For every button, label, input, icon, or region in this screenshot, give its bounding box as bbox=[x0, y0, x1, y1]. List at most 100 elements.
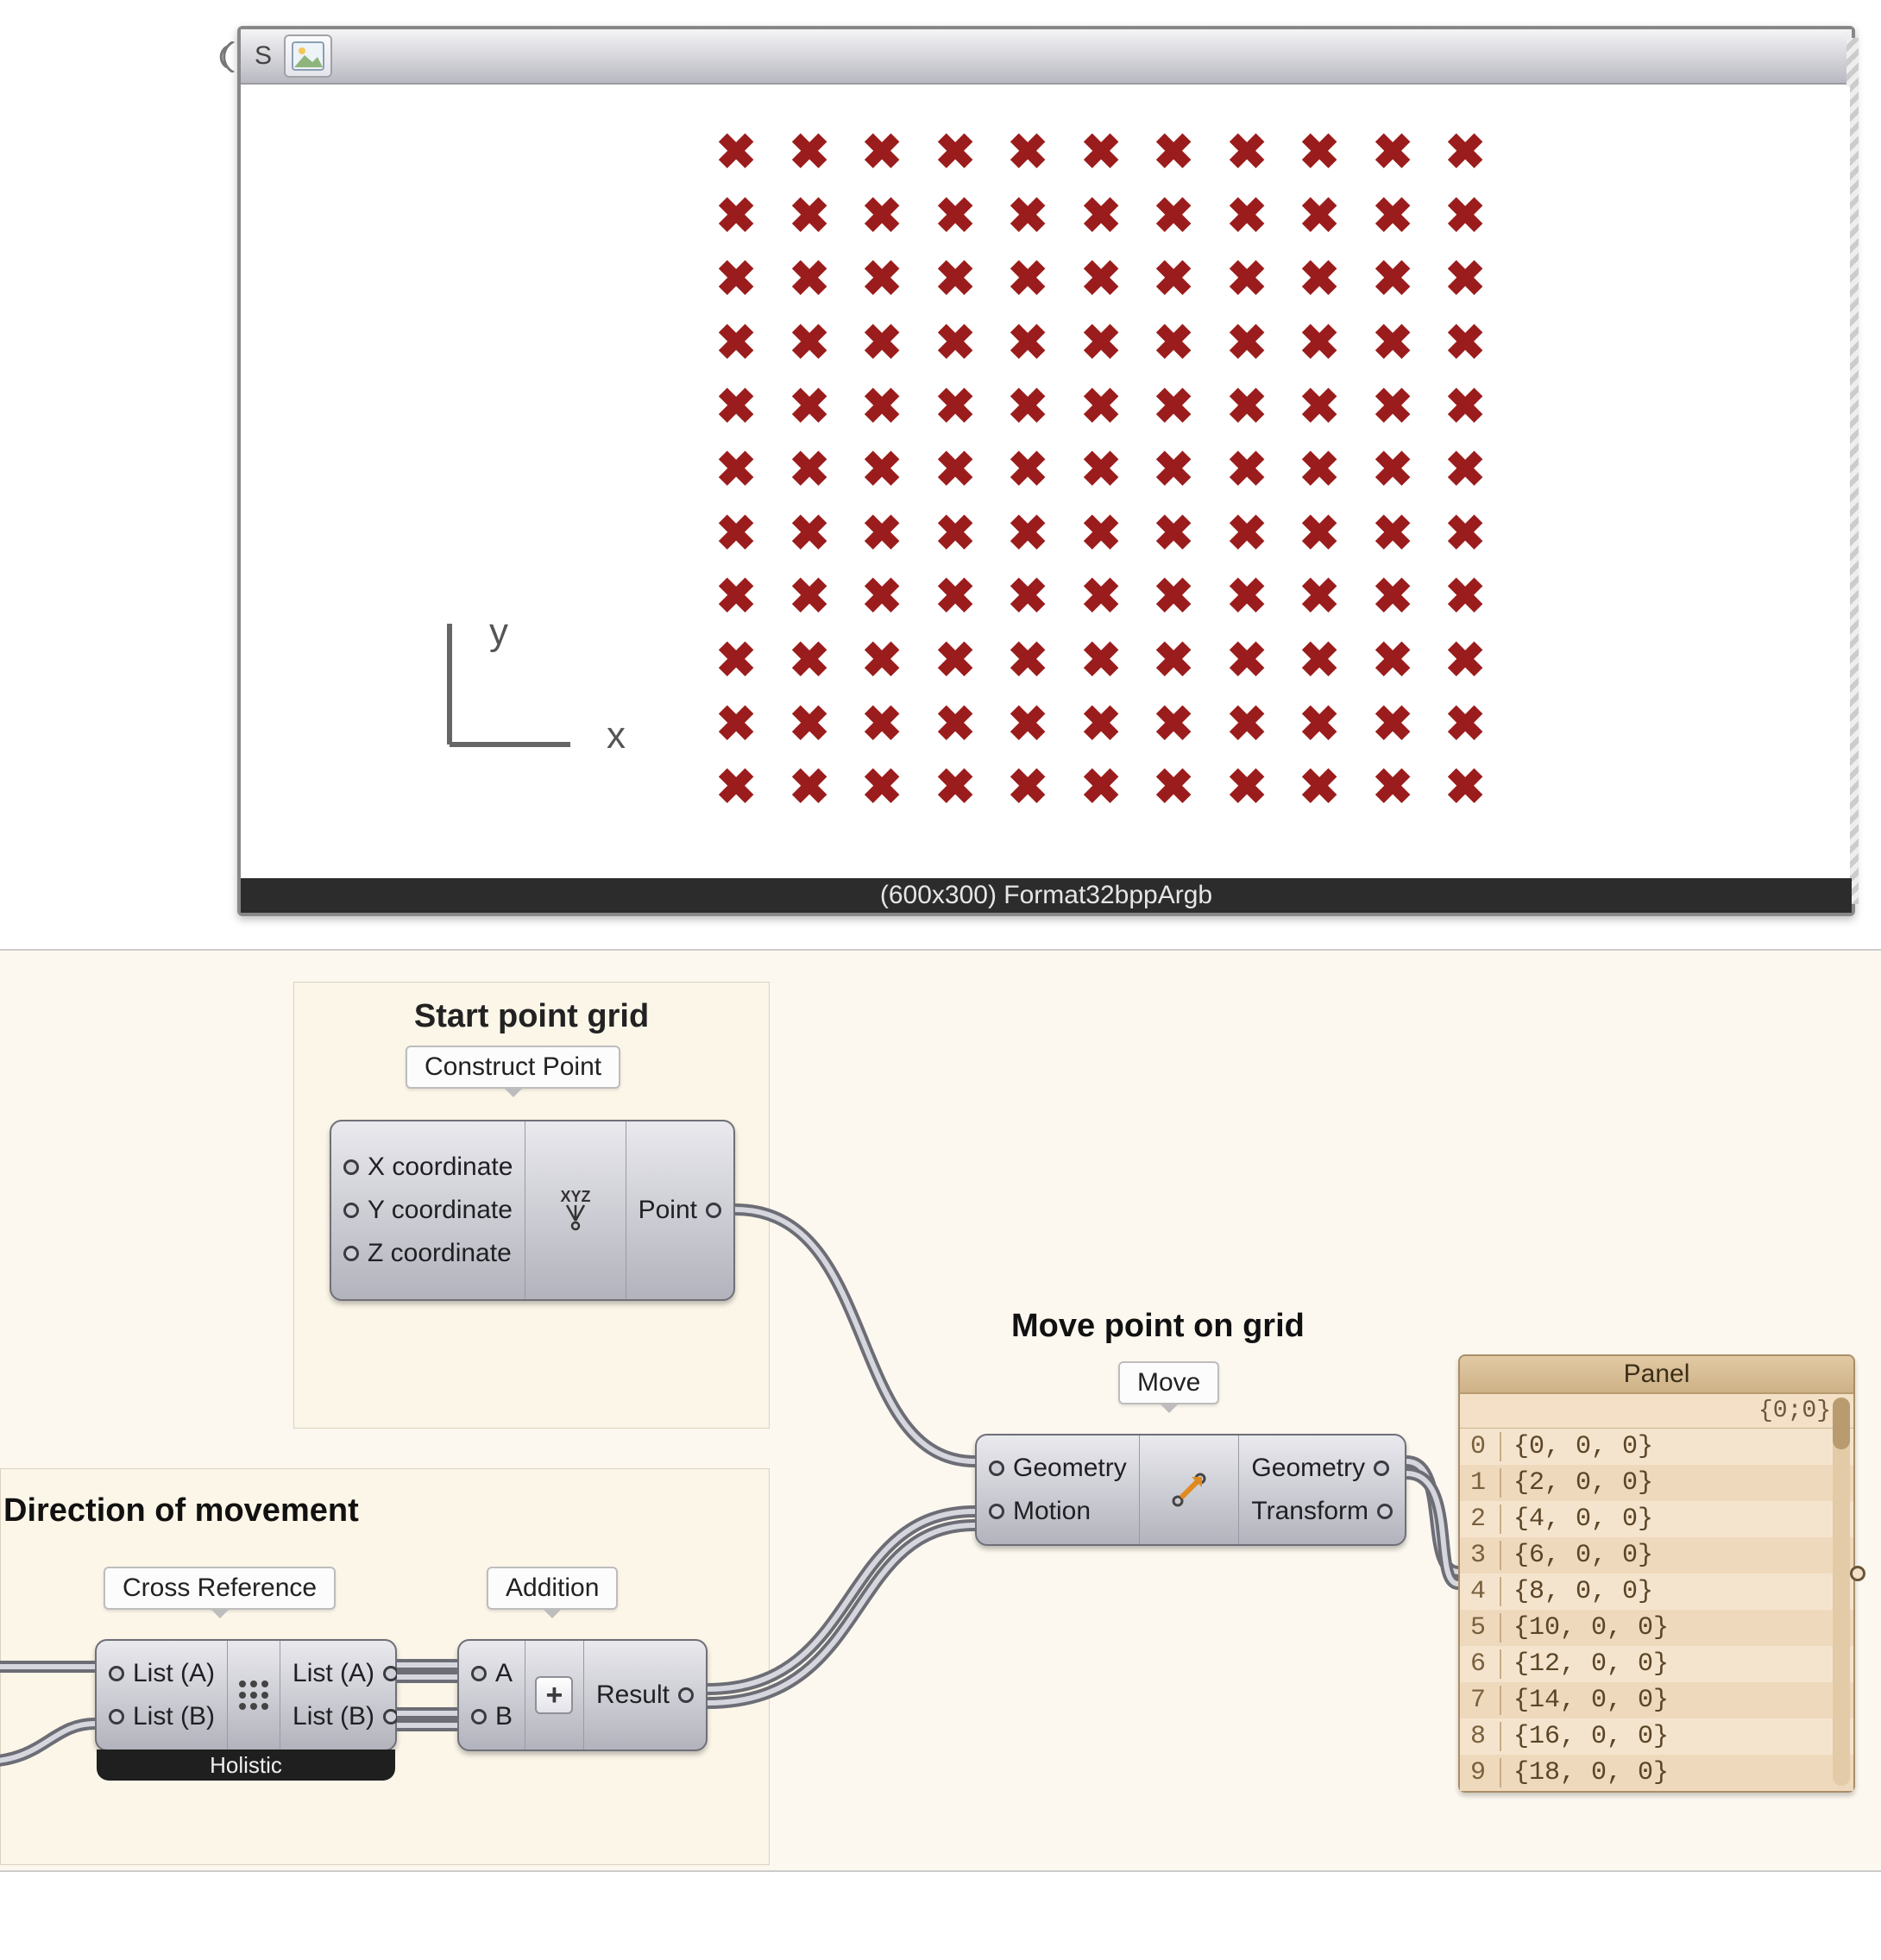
input-motion: Motion bbox=[1013, 1497, 1091, 1526]
grid-point: ✖ bbox=[769, 562, 849, 632]
port-out-geometry[interactable] bbox=[1374, 1461, 1389, 1476]
panel-scroll-thumb[interactable] bbox=[1833, 1398, 1850, 1449]
panel-row-value: {4, 0, 0} bbox=[1501, 1505, 1653, 1534]
port-in-z[interactable] bbox=[343, 1246, 359, 1261]
grid-point: ✖ bbox=[1060, 372, 1141, 442]
grid-point: ✖ bbox=[1060, 308, 1141, 378]
node-cross-reference[interactable]: List (A) List (B) List (A) List (B) Holi… bbox=[95, 1639, 397, 1751]
grid-point: ✖ bbox=[1060, 117, 1141, 187]
port-in-list-b[interactable] bbox=[109, 1709, 124, 1724]
panel-row-index: 1 bbox=[1460, 1468, 1501, 1498]
node-construct-point[interactable]: X coordinate Y coordinate Z coordinate X… bbox=[330, 1120, 735, 1301]
port-in-b[interactable] bbox=[471, 1709, 487, 1724]
grid-point: ✖ bbox=[1353, 117, 1433, 187]
panel-row-index: 5 bbox=[1460, 1613, 1501, 1643]
group-title-direction: Direction of movement bbox=[3, 1492, 359, 1530]
panel-scrollbar[interactable] bbox=[1833, 1398, 1850, 1786]
panel-row-index: 8 bbox=[1460, 1722, 1501, 1751]
port-in-geometry[interactable] bbox=[989, 1461, 1004, 1476]
input-list-b: List (B) bbox=[133, 1702, 215, 1731]
grid-point: ✖ bbox=[1134, 245, 1214, 315]
panel-row-value: {16, 0, 0} bbox=[1501, 1722, 1669, 1751]
grid-point: ✖ bbox=[1280, 435, 1360, 505]
panel-row: 9{18, 0, 0} bbox=[1460, 1755, 1853, 1791]
output-list-b: List (B) bbox=[293, 1702, 374, 1731]
panel-row-index: 4 bbox=[1460, 1577, 1501, 1606]
port-out-result[interactable] bbox=[678, 1687, 694, 1703]
grid-point: ✖ bbox=[1207, 117, 1287, 187]
panel-row-value: {14, 0, 0} bbox=[1501, 1686, 1669, 1715]
grid-point: ✖ bbox=[842, 689, 922, 759]
grid-point: ✖ bbox=[696, 689, 777, 759]
panel-row: 6{12, 0, 0} bbox=[1460, 1646, 1853, 1682]
grid-point: ✖ bbox=[1280, 245, 1360, 315]
grid-point: ✖ bbox=[988, 245, 1068, 315]
node-move[interactable]: Geometry Motion Geometry Transform bbox=[975, 1434, 1406, 1546]
grid-point: ✖ bbox=[1280, 308, 1360, 378]
port-in-x[interactable] bbox=[343, 1159, 359, 1175]
port-in-motion[interactable] bbox=[989, 1504, 1004, 1519]
label-cross-reference: Cross Reference bbox=[104, 1567, 336, 1610]
grid-point: ✖ bbox=[1280, 689, 1360, 759]
grid-point: ✖ bbox=[1280, 625, 1360, 695]
grid-point: ✖ bbox=[1060, 181, 1141, 251]
grid-point: ✖ bbox=[915, 499, 995, 569]
port-out-transform[interactable] bbox=[1377, 1504, 1393, 1519]
port-out-list-b[interactable] bbox=[383, 1709, 399, 1724]
grid-point: ✖ bbox=[915, 117, 995, 187]
grid-point: ✖ bbox=[696, 308, 777, 378]
grid-point: ✖ bbox=[1207, 181, 1287, 251]
point-grid: ✖✖✖✖✖✖✖✖✖✖✖✖✖✖✖✖✖✖✖✖✖✖✖✖✖✖✖✖✖✖✖✖✖✖✖✖✖✖✖✖… bbox=[700, 121, 1502, 820]
grid-point: ✖ bbox=[1134, 562, 1214, 632]
port-in-y[interactable] bbox=[343, 1203, 359, 1218]
port-out-list-a[interactable] bbox=[383, 1666, 399, 1681]
output-transform: Transform bbox=[1251, 1497, 1368, 1526]
node-footer-holistic: Holistic bbox=[97, 1750, 395, 1781]
node-addition[interactable]: A B + Result bbox=[457, 1639, 708, 1751]
panel-output[interactable]: Panel {0;0} 0{0, 0, 0}1{2, 0, 0}2{4, 0, … bbox=[1458, 1354, 1855, 1793]
grid-point: ✖ bbox=[1134, 499, 1214, 569]
grid-point: ✖ bbox=[1280, 181, 1360, 251]
panel-row: 8{16, 0, 0} bbox=[1460, 1718, 1853, 1755]
port-out-point[interactable] bbox=[706, 1203, 721, 1218]
input-a: A bbox=[495, 1659, 513, 1688]
panel-row: 4{8, 0, 0} bbox=[1460, 1574, 1853, 1610]
port-in-list-a[interactable] bbox=[109, 1666, 124, 1681]
port-in-a[interactable] bbox=[471, 1666, 487, 1681]
image-thumbnail-icon[interactable] bbox=[284, 35, 332, 78]
grid-point: ✖ bbox=[769, 689, 849, 759]
input-geometry: Geometry bbox=[1013, 1454, 1127, 1483]
panel-output-grip[interactable] bbox=[1850, 1566, 1865, 1581]
preview-titlebar: S bbox=[241, 29, 1852, 85]
grid-point: ✖ bbox=[988, 689, 1068, 759]
grid-point: ✖ bbox=[915, 753, 995, 823]
grid-point: ✖ bbox=[1280, 372, 1360, 442]
grid-point: ✖ bbox=[1207, 372, 1287, 442]
input-b: B bbox=[495, 1702, 513, 1731]
panel-path: {0;0} bbox=[1758, 1398, 1831, 1424]
panel-row-index: 7 bbox=[1460, 1686, 1501, 1715]
axis-x-label: x bbox=[607, 714, 626, 757]
output-point: Point bbox=[639, 1196, 697, 1225]
grid-point: ✖ bbox=[769, 753, 849, 823]
grid-point: ✖ bbox=[769, 308, 849, 378]
grid-point: ✖ bbox=[1060, 435, 1141, 505]
grid-point: ✖ bbox=[915, 625, 995, 695]
panel-row: 1{2, 0, 0} bbox=[1460, 1465, 1853, 1501]
status-text: (600x300) Format32bppArgb bbox=[880, 881, 1212, 910]
grid-point: ✖ bbox=[1207, 245, 1287, 315]
node-canvas[interactable]: Start point grid Direction of movement M… bbox=[0, 949, 1881, 1872]
grid-point: ✖ bbox=[696, 117, 777, 187]
axis-xy: y x bbox=[415, 606, 588, 783]
grid-point: ✖ bbox=[1134, 753, 1214, 823]
grid-point: ✖ bbox=[988, 435, 1068, 505]
grid-point: ✖ bbox=[1207, 689, 1287, 759]
input-z: Z coordinate bbox=[368, 1239, 512, 1268]
grid-point: ✖ bbox=[1060, 753, 1141, 823]
grid-point: ✖ bbox=[769, 499, 849, 569]
grid-point: ✖ bbox=[915, 181, 995, 251]
grid-point: ✖ bbox=[1134, 117, 1214, 187]
panel-row: 5{10, 0, 0} bbox=[1460, 1610, 1853, 1646]
grid-point: ✖ bbox=[1134, 308, 1214, 378]
preview-canvas: y x ✖✖✖✖✖✖✖✖✖✖✖✖✖✖✖✖✖✖✖✖✖✖✖✖✖✖✖✖✖✖✖✖✖✖✖✖… bbox=[242, 86, 1850, 878]
